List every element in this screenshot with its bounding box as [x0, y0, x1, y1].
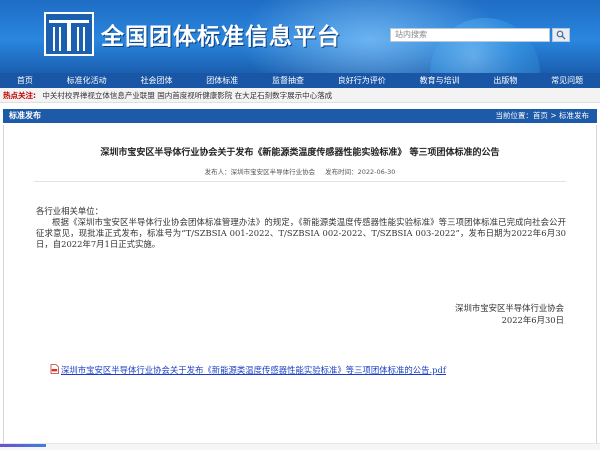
nav-item-evaluation[interactable]: 良好行为评价: [321, 73, 403, 88]
search-icon: [556, 30, 566, 40]
article-publish-time: 发布时间：2022-06-30: [325, 168, 396, 176]
hot-topics-bar: 热点关注: 中关村校界禅视立体信息产业联盟 国内首度视听健康影院 在大足石刻数字…: [0, 88, 600, 103]
nav-item-faq[interactable]: 常见问题: [534, 73, 600, 88]
main-nav: 首页 标准化活动 社会团体 团体标准 监督抽查 良好行为评价 教育与培训 出版物…: [0, 73, 600, 88]
site-title[interactable]: 全国团体标准信息平台: [101, 17, 341, 51]
section-title: 标准发布: [9, 111, 41, 120]
site-header: 全国团体标准信息平台 站内搜索: [0, 0, 600, 73]
pdf-file-icon: [50, 364, 59, 374]
section-header: 标准发布 当前位置：首页 > 标准发布: [3, 109, 597, 123]
nav-item-training[interactable]: 教育与培训: [403, 73, 477, 88]
article-title: 深圳市宝安区半导体行业协会关于发布《新能源类温度传感器性能实验标准》 等三项团体…: [100, 148, 500, 158]
nav-item-organizations[interactable]: 社会团体: [124, 73, 190, 88]
attachment-label[interactable]: 深圳市宝安区半导体行业协会关于发布《新能源类温度传感器性能实验标准》等三项团体标…: [61, 365, 446, 375]
hot-topics-ticker[interactable]: 中关村校界禅视立体信息产业联盟 国内首度视听健康影院 在大足石刻数字展示中心落成: [42, 91, 332, 100]
article-meta: 发布人：深圳市宝安区半导体行业协会 发布时间：2022-06-30: [0, 166, 600, 176]
article-publisher: 发布人：深圳市宝安区半导体行业协会: [204, 168, 316, 176]
nav-item-home[interactable]: 首页: [0, 73, 50, 88]
search-button[interactable]: [552, 28, 570, 42]
search-input[interactable]: 站内搜索: [390, 28, 550, 42]
nav-item-supervision[interactable]: 监督抽查: [255, 73, 321, 88]
article-paragraph: 根据《深圳市宝安区半导体行业协会团体标准管理办法》的规定，《新能源类温度传感器性…: [36, 217, 566, 250]
signature-org: 深圳市宝安区半导体行业协会: [455, 303, 564, 313]
nav-item-standardization[interactable]: 标准化活动: [50, 73, 124, 88]
bottom-scrollbar[interactable]: [0, 443, 600, 450]
article-salutation: 各行业相关单位：: [36, 206, 103, 216]
signature-date: 2022年6月30日: [501, 315, 564, 325]
nav-item-publications[interactable]: 出版物: [476, 73, 534, 88]
bottom-scrollbar-thumb[interactable]: [0, 444, 46, 447]
attachment-link[interactable]: 深圳市宝安区半导体行业协会关于发布《新能源类温度传感器性能实验标准》等三项团体标…: [50, 364, 570, 377]
breadcrumb[interactable]: 当前位置：首页 > 标准发布: [495, 109, 589, 123]
hot-topics-label: 热点关注:: [3, 91, 36, 100]
nav-item-group-standards[interactable]: 团体标准: [189, 73, 255, 88]
title-divider: [34, 181, 566, 182]
site-logo-icon[interactable]: [44, 12, 94, 56]
